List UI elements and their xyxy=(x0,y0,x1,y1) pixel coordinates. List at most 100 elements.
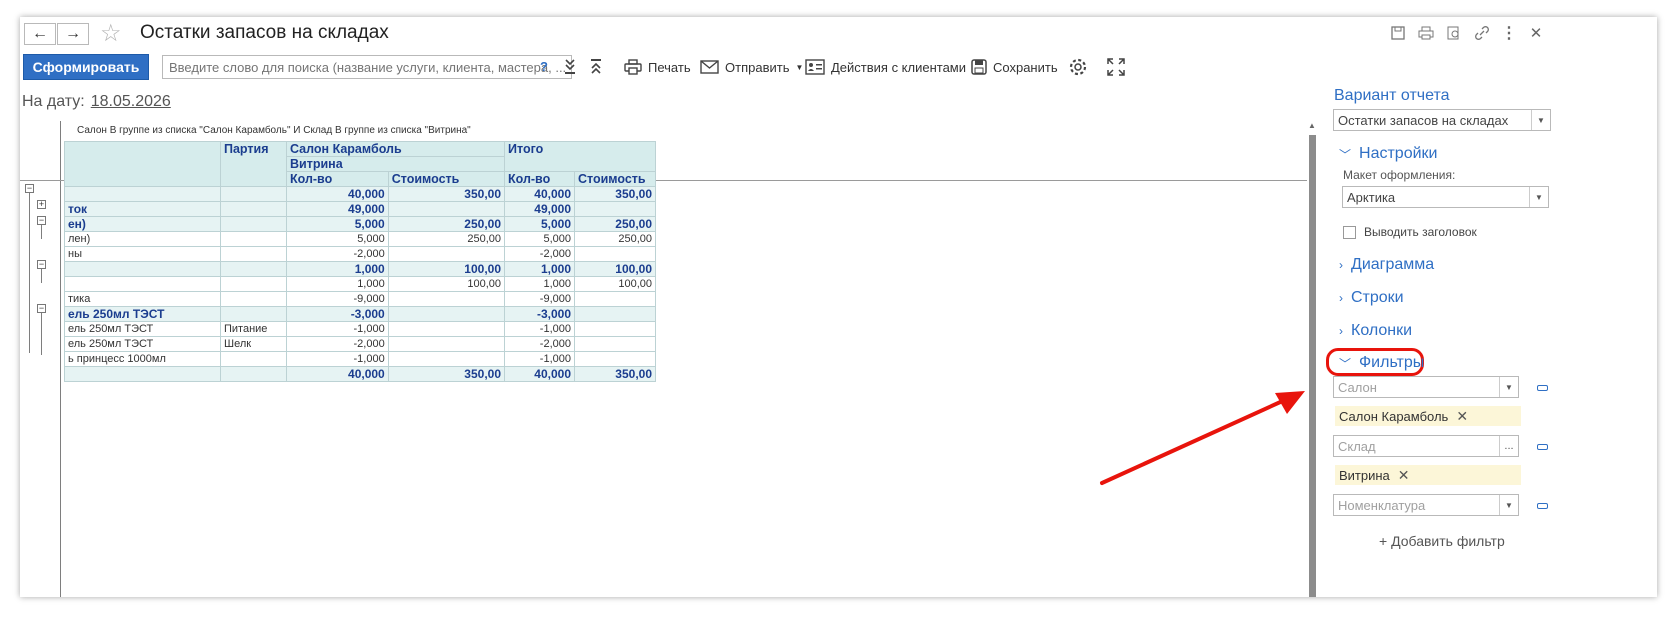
cell-cost xyxy=(387,321,506,337)
filters-section-toggle[interactable]: ﹀ Фильтры xyxy=(1339,354,1424,372)
forward-button[interactable]: → xyxy=(57,23,89,45)
settings-button[interactable] xyxy=(1068,55,1088,79)
cell-qty: 40,000 xyxy=(286,186,389,202)
salon-tag-label: Салон Карамболь xyxy=(1339,408,1449,424)
collapse-group-icon[interactable]: − xyxy=(25,184,34,193)
chevron-down-icon[interactable]: ▼ xyxy=(1499,495,1518,515)
rows-section-toggle[interactable]: › Строки xyxy=(1339,289,1404,307)
cell-cost xyxy=(387,291,506,307)
fullscreen-button[interactable] xyxy=(1107,55,1125,79)
show-header-option[interactable]: Выводить заголовок xyxy=(1343,225,1477,239)
cell-name xyxy=(64,366,221,382)
cell-total-qty: 40,000 xyxy=(504,366,575,382)
store-filter-tag: Витрина ✕ xyxy=(1335,465,1521,485)
report-scrollbar[interactable] xyxy=(1309,135,1316,597)
expand-icon xyxy=(563,57,577,77)
salon-placeholder: Салон xyxy=(1338,380,1377,395)
expand-all-button[interactable] xyxy=(563,55,577,79)
table-row[interactable]: 1,000 100,00 1,000 100,00 xyxy=(64,276,656,292)
print-button[interactable]: Печать xyxy=(624,55,691,79)
tree-connector xyxy=(41,269,42,283)
cell-name: ель 250мл ТЭСТ xyxy=(64,336,221,352)
cell-qty: 40,000 xyxy=(286,366,389,382)
expand-group-icon[interactable]: + xyxy=(37,200,46,209)
cell-cost xyxy=(387,336,506,352)
cell-qty: -2,000 xyxy=(286,246,389,262)
collapse-group-icon[interactable]: − xyxy=(37,304,46,313)
salon-filter-input[interactable]: Салон ▼ xyxy=(1333,376,1519,398)
ellipsis-button[interactable]: ... xyxy=(1499,436,1518,456)
cell-total-qty: 40,000 xyxy=(504,186,575,202)
collapse-all-button[interactable] xyxy=(589,55,603,79)
table-row[interactable]: тика -9,000 -9,000 xyxy=(64,291,656,307)
generate-button[interactable]: Сформировать xyxy=(23,54,149,80)
cell-total-qty: 1,000 xyxy=(504,261,575,277)
back-button[interactable]: ← xyxy=(24,23,56,45)
table-row[interactable]: ь принцесс 1000мл -1,000 -1,000 xyxy=(64,351,656,367)
table-row[interactable]: ток 49,000 49,000 xyxy=(64,201,656,217)
variant-select[interactable]: Остатки запасов на складах ▼ xyxy=(1333,109,1551,131)
save-label: Сохранить xyxy=(993,59,1058,75)
chevron-down-icon[interactable]: ▼ xyxy=(1531,110,1550,130)
remove-tag-icon[interactable]: ✕ xyxy=(1456,408,1468,425)
save-button[interactable]: Сохранить xyxy=(971,55,1058,79)
columns-section-toggle[interactable]: › Колонки xyxy=(1339,322,1412,340)
client-actions-button[interactable]: Действия с клиентами xyxy=(805,55,966,79)
store-filter-input[interactable]: Склад ... xyxy=(1333,435,1519,457)
table-row[interactable]: лен) 5,000 250,00 5,000 250,00 xyxy=(64,231,656,247)
show-header-checkbox[interactable] xyxy=(1343,225,1356,239)
table-row[interactable]: ель 250мл ТЭСТ -3,000 -3,000 xyxy=(64,306,656,322)
table-row[interactable]: ен) 5,000 250,00 5,000 250,00 xyxy=(64,216,656,232)
cell-total-cost: 350,00 xyxy=(574,366,656,382)
table-row[interactable]: ель 250мл ТЭСТ Шелк -2,000 -2,000 xyxy=(64,336,656,352)
date-value[interactable]: 18.05.2026 xyxy=(91,93,171,110)
table-row[interactable]: ель 250мл ТЭСТ Питание -1,000 -1,000 xyxy=(64,321,656,337)
collapse-icon xyxy=(589,57,603,77)
layout-select[interactable]: Арктика ▼ xyxy=(1342,186,1549,208)
remove-filter-icon[interactable] xyxy=(1537,385,1548,391)
nomenclature-filter-input[interactable]: Номенклатура ▼ xyxy=(1333,494,1519,516)
cell-qty: 5,000 xyxy=(286,231,389,247)
chevron-down-icon[interactable]: ▼ xyxy=(1529,187,1548,207)
cell-party xyxy=(220,291,287,307)
preview-icon[interactable] xyxy=(1444,23,1464,43)
cell-total-cost xyxy=(574,336,656,352)
header-cell-qty: Кол-во xyxy=(504,171,575,187)
printer-icon xyxy=(624,59,642,75)
more-icon[interactable]: ⋮ xyxy=(1499,23,1519,43)
table-row[interactable]: 1,000 100,00 1,000 100,00 xyxy=(64,261,656,277)
save-icon[interactable] xyxy=(1388,23,1408,43)
chevron-down-icon[interactable]: ▼ xyxy=(1499,377,1518,397)
cell-total-cost: 100,00 xyxy=(574,276,656,292)
search-input[interactable] xyxy=(162,55,572,79)
report-date: На дату: 18.05.2026 xyxy=(22,93,171,111)
cell-total-cost xyxy=(574,201,656,217)
remove-filter-icon[interactable] xyxy=(1537,444,1548,450)
star-icon[interactable]: ☆ xyxy=(100,19,122,48)
scroll-up-icon[interactable]: ▲ xyxy=(1308,121,1316,130)
help-link[interactable]: ? xyxy=(540,59,548,74)
floppy-icon xyxy=(971,59,987,75)
cell-cost xyxy=(387,246,506,262)
send-button[interactable]: Отправить ▼ xyxy=(700,55,803,79)
date-label: На дату: xyxy=(22,93,85,110)
header-cell-party: Партия xyxy=(220,141,287,187)
cell-name: ель 250мл ТЭСТ xyxy=(64,321,221,337)
chevron-down-icon: ﹀ xyxy=(1339,147,1352,162)
add-filter-button[interactable]: + Добавить фильтр xyxy=(1379,533,1505,549)
cell-name: ны xyxy=(64,246,221,262)
collapse-group-icon[interactable]: − xyxy=(37,216,46,225)
collapse-group-icon[interactable]: − xyxy=(37,260,46,269)
table-row[interactable]: 40,000 350,00 40,000 350,00 xyxy=(64,366,656,382)
close-icon[interactable]: ✕ xyxy=(1526,23,1546,43)
table-row[interactable]: 40,000 350,00 40,000 350,00 xyxy=(64,186,656,202)
remove-tag-icon[interactable]: ✕ xyxy=(1398,467,1410,484)
print-icon[interactable] xyxy=(1416,23,1436,43)
table-row[interactable]: ны -2,000 -2,000 xyxy=(64,246,656,262)
send-label: Отправить xyxy=(725,59,790,75)
diagram-section-toggle[interactable]: › Диаграмма xyxy=(1339,256,1434,274)
settings-section-toggle[interactable]: ﹀ Настройки xyxy=(1339,145,1437,163)
link-icon[interactable] xyxy=(1472,23,1492,43)
arrow-left-icon: ← xyxy=(32,25,48,42)
remove-filter-icon[interactable] xyxy=(1537,503,1548,509)
